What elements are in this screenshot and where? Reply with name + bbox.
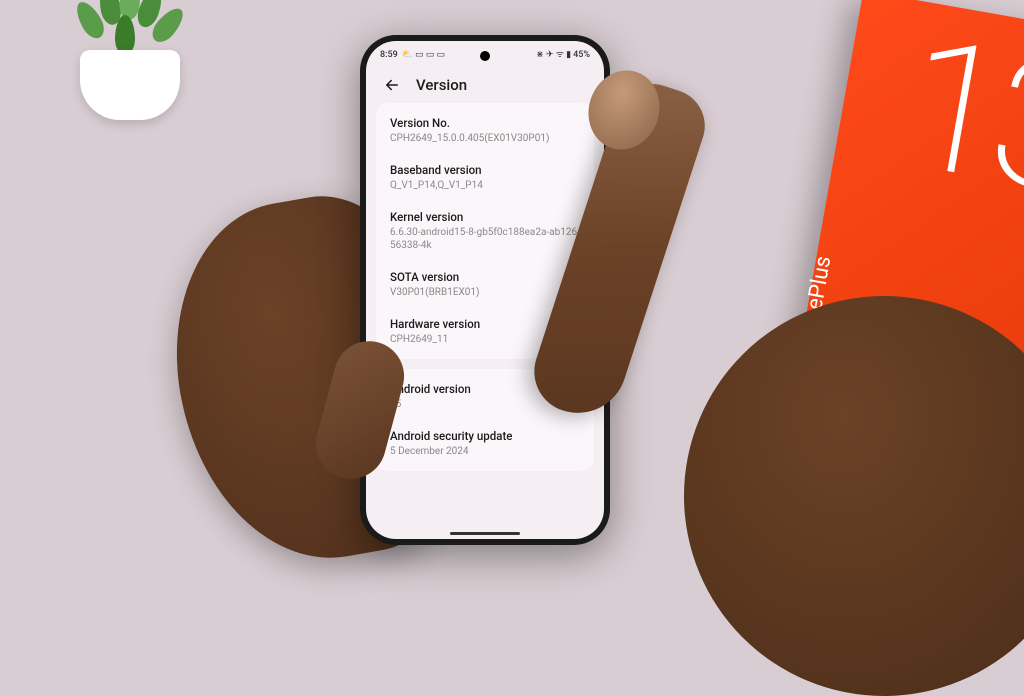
plant-decoration <box>60 0 200 120</box>
card-android-info: Android version 15 Android security upda… <box>376 369 594 471</box>
label-security-update: Android security update <box>390 429 580 443</box>
box-model-number: 13 <box>894 31 1024 204</box>
settings-content[interactable]: Version No. CPH2649_15.0.0.405(EX01V30P0… <box>366 103 604 527</box>
phone-frame: 8:59 ⛅ ▭ ▭ ▭ ⋇ ✈ ᯤ ▮ 45% Version Version… <box>360 35 610 545</box>
hand-right <box>684 296 1024 696</box>
nav-handle <box>450 532 520 535</box>
front-camera <box>480 51 490 61</box>
page-header: Version <box>366 65 604 103</box>
back-arrow-icon <box>383 76 401 94</box>
item-security-update[interactable]: Android security update 5 December 2024 <box>376 420 594 467</box>
value-version-no: CPH2649_15.0.0.405(EX01V30P01) <box>390 132 580 145</box>
label-baseband: Baseband version <box>390 163 580 177</box>
item-version-no[interactable]: Version No. CPH2649_15.0.0.405(EX01V30P0… <box>376 107 594 154</box>
item-android-version[interactable]: Android version 15 <box>376 373 594 420</box>
page-title: Version <box>416 76 467 94</box>
gesture-nav-bar[interactable] <box>366 527 604 539</box>
label-hardware: Hardware version <box>390 317 580 331</box>
status-left-icons: ⛅ ▭ ▭ ▭ <box>402 51 445 60</box>
phone-screen: 8:59 ⛅ ▭ ▭ ▭ ⋇ ✈ ᯤ ▮ 45% Version Version… <box>366 41 604 539</box>
label-android-version: Android version <box>390 382 580 396</box>
status-battery: 45% <box>573 50 590 60</box>
value-security-update: 5 December 2024 <box>390 445 580 458</box>
value-baseband: Q_V1_P14,Q_V1_P14 <box>390 179 580 192</box>
card-version-info: Version No. CPH2649_15.0.0.405(EX01V30P0… <box>376 103 594 359</box>
value-hardware: CPH2649_11 <box>390 333 580 346</box>
label-sota: SOTA version <box>390 270 580 284</box>
label-version-no: Version No. <box>390 116 580 130</box>
value-sota: V30P01(BRB1EX01) <box>390 286 580 299</box>
label-kernel: Kernel version <box>390 210 580 224</box>
item-baseband[interactable]: Baseband version Q_V1_P14,Q_V1_P14 <box>376 154 594 201</box>
status-right-icons: ⋇ ✈ ᯤ ▮ <box>536 51 571 60</box>
item-kernel[interactable]: Kernel version 6.6.30-android15-8-gb5f0c… <box>376 201 594 261</box>
item-sota[interactable]: SOTA version V30P01(BRB1EX01) <box>376 261 594 308</box>
back-button[interactable] <box>382 75 402 95</box>
value-kernel: 6.6.30-android15-8-gb5f0c188ea2a-ab12656… <box>390 226 580 252</box>
status-time: 8:59 <box>380 50 398 60</box>
item-hardware[interactable]: Hardware version CPH2649_11 <box>376 308 594 355</box>
value-android-version: 15 <box>390 398 580 411</box>
